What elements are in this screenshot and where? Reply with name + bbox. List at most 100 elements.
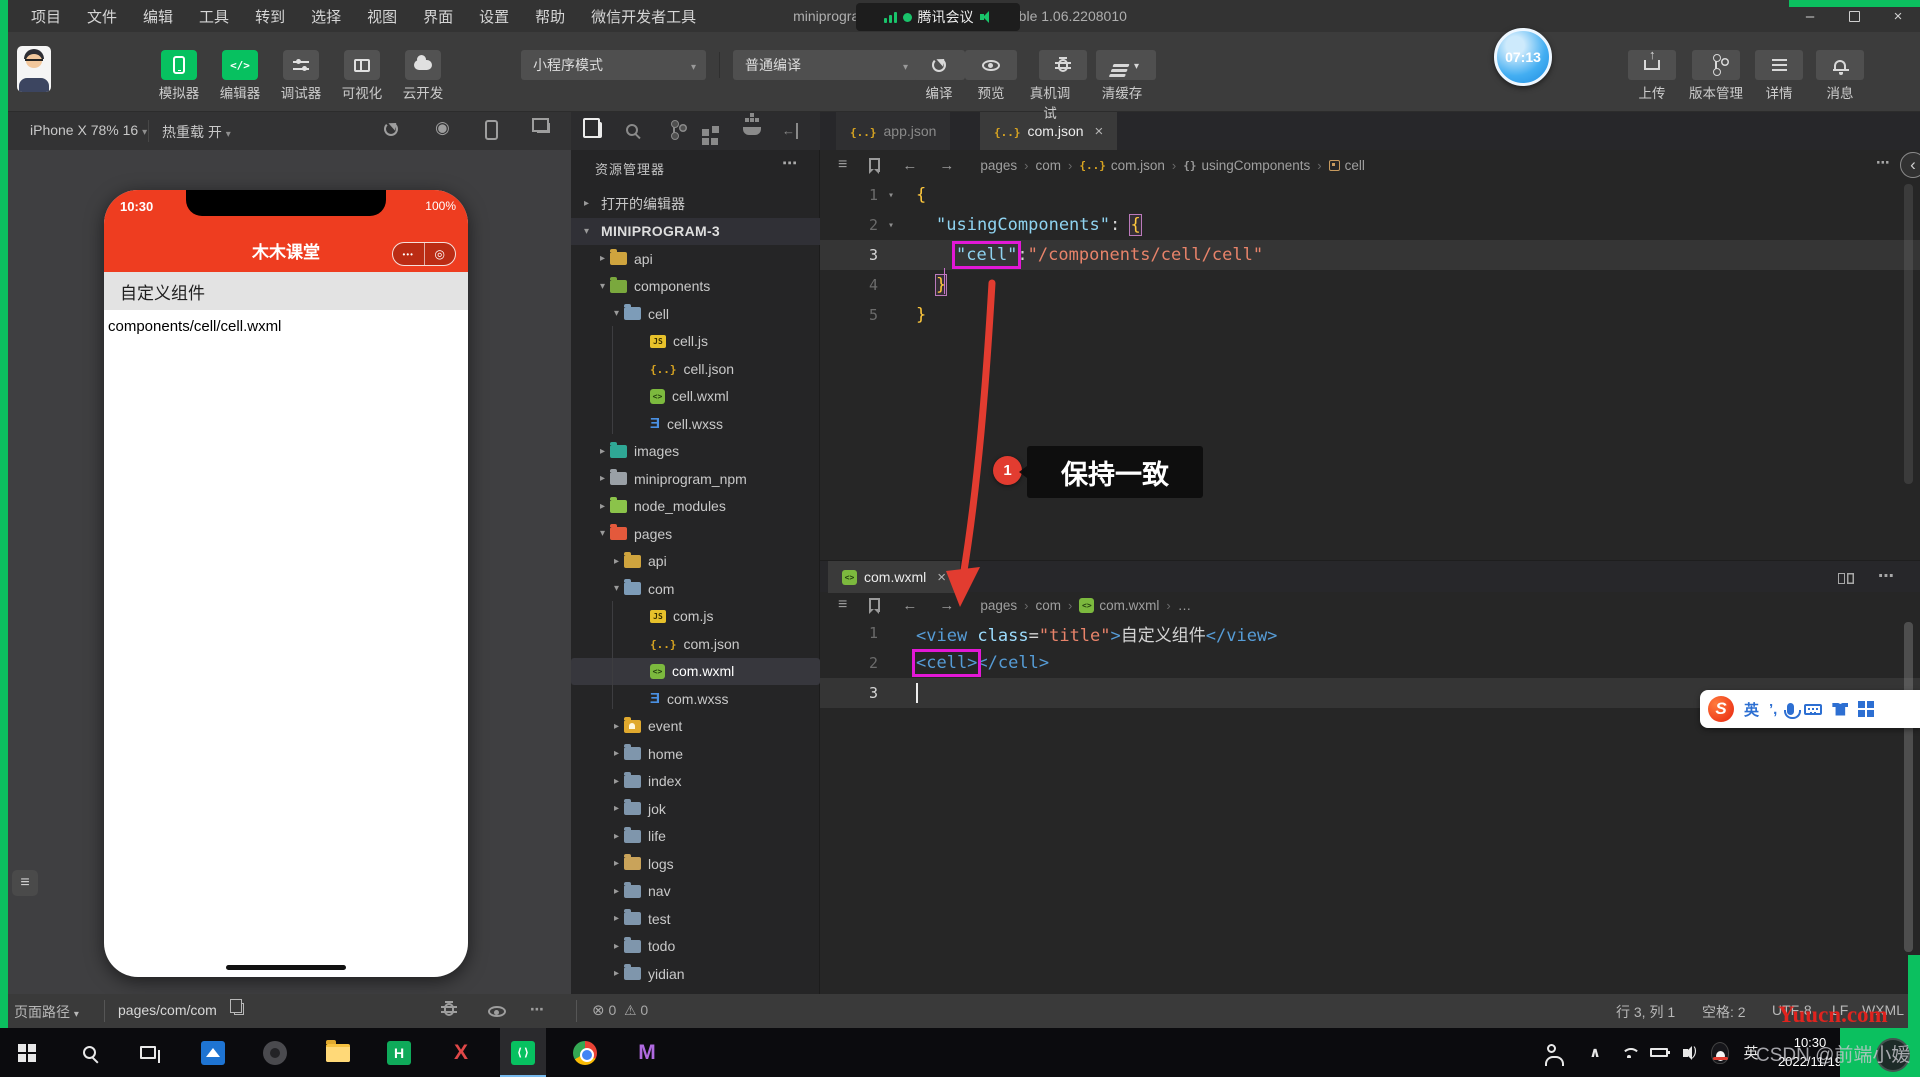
breadcrumb-item-…[interactable]: …	[1178, 598, 1192, 613]
toolbar-button-编辑器[interactable]	[222, 50, 258, 80]
tree-item-pages[interactable]: ▾ pages	[571, 520, 820, 548]
tree-item-yidian[interactable]: ▸ yidian	[571, 960, 820, 988]
toolbar-button-版本管理[interactable]	[1692, 50, 1740, 80]
tree-item-nav[interactable]: ▸ nav	[571, 878, 820, 906]
breadcrumb-item-com.wxml[interactable]: com.wxml	[1079, 597, 1159, 613]
action-button-清缓存[interactable]	[1096, 50, 1156, 80]
forward-icon[interactable]	[939, 598, 954, 613]
sogou-logo-icon[interactable]: S	[1708, 696, 1734, 722]
tree-item-index[interactable]: ▸ index	[571, 768, 820, 796]
docker-activity-button[interactable]	[743, 118, 761, 140]
fold-icon[interactable]: ▾	[878, 190, 904, 201]
people-tray-button[interactable]	[1534, 1028, 1568, 1077]
tree-item-com.wxss[interactable]: com.wxss	[571, 685, 820, 713]
tree-item-jok[interactable]: ▸ jok	[571, 795, 820, 823]
tree-item-打开的编辑器[interactable]: ▸ 打开的编辑器	[571, 190, 820, 218]
tree-item-cell.wxml[interactable]: cell.wxml	[571, 383, 820, 411]
breadcrumb-item-pages[interactable]: pages	[980, 598, 1017, 613]
meeting-timer-bubble[interactable]: 07:13	[1494, 28, 1552, 86]
tree-item-cell.js[interactable]: cell.js	[571, 328, 820, 356]
split-editor-button[interactable]	[1838, 571, 1845, 589]
hot-reload-toggle[interactable]: 热重载 开	[162, 122, 231, 142]
search-activity-button[interactable]	[626, 123, 638, 141]
bookmark-icon[interactable]	[869, 158, 881, 174]
action-button-真机调试[interactable]	[1039, 50, 1087, 80]
toolbar-button-可视化[interactable]	[344, 50, 380, 80]
toolbar-button-模拟器[interactable]	[161, 50, 197, 80]
taskbar-start-button[interactable]	[4, 1028, 50, 1077]
tree-item-com[interactable]: ▾ com	[571, 575, 820, 603]
detach-window-button[interactable]	[532, 118, 550, 136]
code-line-4[interactable]: 4}	[820, 270, 1920, 300]
outline-icon[interactable]	[838, 157, 847, 173]
code-line-2[interactable]: 2 <cell></cell>	[820, 648, 1920, 678]
tray-expand-button[interactable]	[1580, 1028, 1610, 1077]
tree-item-cell[interactable]: ▾ cell	[571, 300, 820, 328]
record-button[interactable]	[435, 119, 450, 136]
tree-item-MINIPROGRAM-3[interactable]: ▾ MINIPROGRAM-3	[571, 217, 820, 245]
battery-tray-button[interactable]	[1644, 1028, 1674, 1077]
skin-icon[interactable]	[1832, 702, 1849, 716]
tree-item-cell.wxss[interactable]: cell.wxss	[571, 410, 820, 438]
status-more-button[interactable]	[530, 1002, 544, 1016]
breadcrumb-item-usingComponents[interactable]: usingComponents	[1183, 158, 1310, 173]
tree-item-miniprogram_npm[interactable]: ▸ miniprogram_npm	[571, 465, 820, 493]
tree-item-images[interactable]: ▸ images	[571, 438, 820, 466]
tree-item-logs[interactable]: ▸ logs	[571, 850, 820, 878]
taskbar-wechat-devtools-button[interactable]: ⟨⟩	[500, 1028, 546, 1077]
mode-select[interactable]: 小程序模式	[521, 50, 706, 80]
capsule-home-button[interactable]: ◎	[425, 243, 456, 265]
back-icon[interactable]	[902, 598, 917, 613]
breadcrumb-item-com[interactable]: com	[1035, 598, 1061, 613]
taskbar-app-x-button[interactable]: X	[438, 1028, 484, 1077]
tab-app.json[interactable]: app.json	[836, 112, 951, 150]
keyboard-icon[interactable]	[1804, 703, 1823, 715]
breadcrumb-item-pages[interactable]: pages	[980, 158, 1017, 173]
breadcrumb-item-com.json[interactable]: com.json	[1079, 158, 1165, 173]
code-line-1[interactable]: 1 ▾ {	[820, 180, 1920, 210]
capsule-more-button[interactable]: •••	[393, 243, 425, 265]
tree-item-node_modules[interactable]: ▸ node_modules	[571, 493, 820, 521]
toolbar-button-上传[interactable]	[1628, 48, 1676, 80]
close-icon[interactable]	[1095, 124, 1104, 139]
tree-item-api[interactable]: ▸ api	[571, 245, 820, 273]
toolbar-button-调试器[interactable]	[283, 50, 319, 80]
tree-item-api[interactable]: ▸ api	[571, 548, 820, 576]
toolbar-button-云开发[interactable]	[405, 50, 441, 80]
toolbar-button-消息[interactable]	[1816, 50, 1864, 80]
tree-item-com.wxml[interactable]: com.wxml	[571, 657, 820, 685]
compile-mode-select[interactable]: 普通编译	[733, 50, 918, 80]
editor-more-button[interactable]	[1878, 569, 1894, 585]
taskbar-task-view-button[interactable]	[125, 1028, 171, 1077]
ime-lang-toggle[interactable]: 英	[1744, 699, 1759, 720]
page-path-value[interactable]: pages/com/com	[118, 1002, 217, 1018]
taskbar-file-explorer-button[interactable]	[315, 1028, 361, 1077]
json-code-editor[interactable]: 1 ▾{2 ▾ "usingComponents": {3 "cell":"/compo…	[820, 180, 1920, 330]
breadcrumb-item-cell[interactable]: cell	[1328, 158, 1365, 173]
ime-punct-toggle[interactable]: ’,	[1769, 701, 1777, 718]
bookmark-icon[interactable]	[869, 598, 881, 614]
forward-icon[interactable]	[939, 158, 954, 173]
preview-status-button[interactable]	[488, 1004, 506, 1020]
qq-tray-button[interactable]	[1704, 1028, 1736, 1077]
device-frame-button[interactable]	[485, 120, 498, 143]
code-line-3[interactable]: 3 "cell":"/components/cell/cell"	[820, 240, 1920, 270]
taskbar-app-dark-button[interactable]	[252, 1028, 298, 1077]
debug-status-button[interactable]	[441, 1003, 457, 1019]
restart-button[interactable]	[384, 122, 398, 139]
tree-item-life[interactable]: ▸ life	[571, 823, 820, 851]
tencent-meeting-overlay[interactable]: 腾讯会议	[856, 3, 1020, 31]
explorer-activity-button[interactable]	[583, 118, 602, 143]
network-tray-button[interactable]	[1614, 1028, 1644, 1077]
scrollbar[interactable]	[1904, 184, 1913, 484]
fold-icon[interactable]: ▾	[878, 220, 904, 231]
tree-item-components[interactable]: ▾ components	[571, 273, 820, 301]
action-button-编译[interactable]	[913, 50, 965, 80]
tree-item-event[interactable]: ▸ event	[571, 713, 820, 741]
explorer-more-button[interactable]	[782, 156, 797, 171]
problems-indicator[interactable]: 0 0	[592, 1002, 648, 1018]
taskbar-app-m-button[interactable]: M	[624, 1028, 670, 1077]
close-icon[interactable]	[937, 570, 946, 585]
tree-item-cell.json[interactable]: cell.json	[571, 355, 820, 383]
outline-icon[interactable]	[838, 597, 847, 613]
